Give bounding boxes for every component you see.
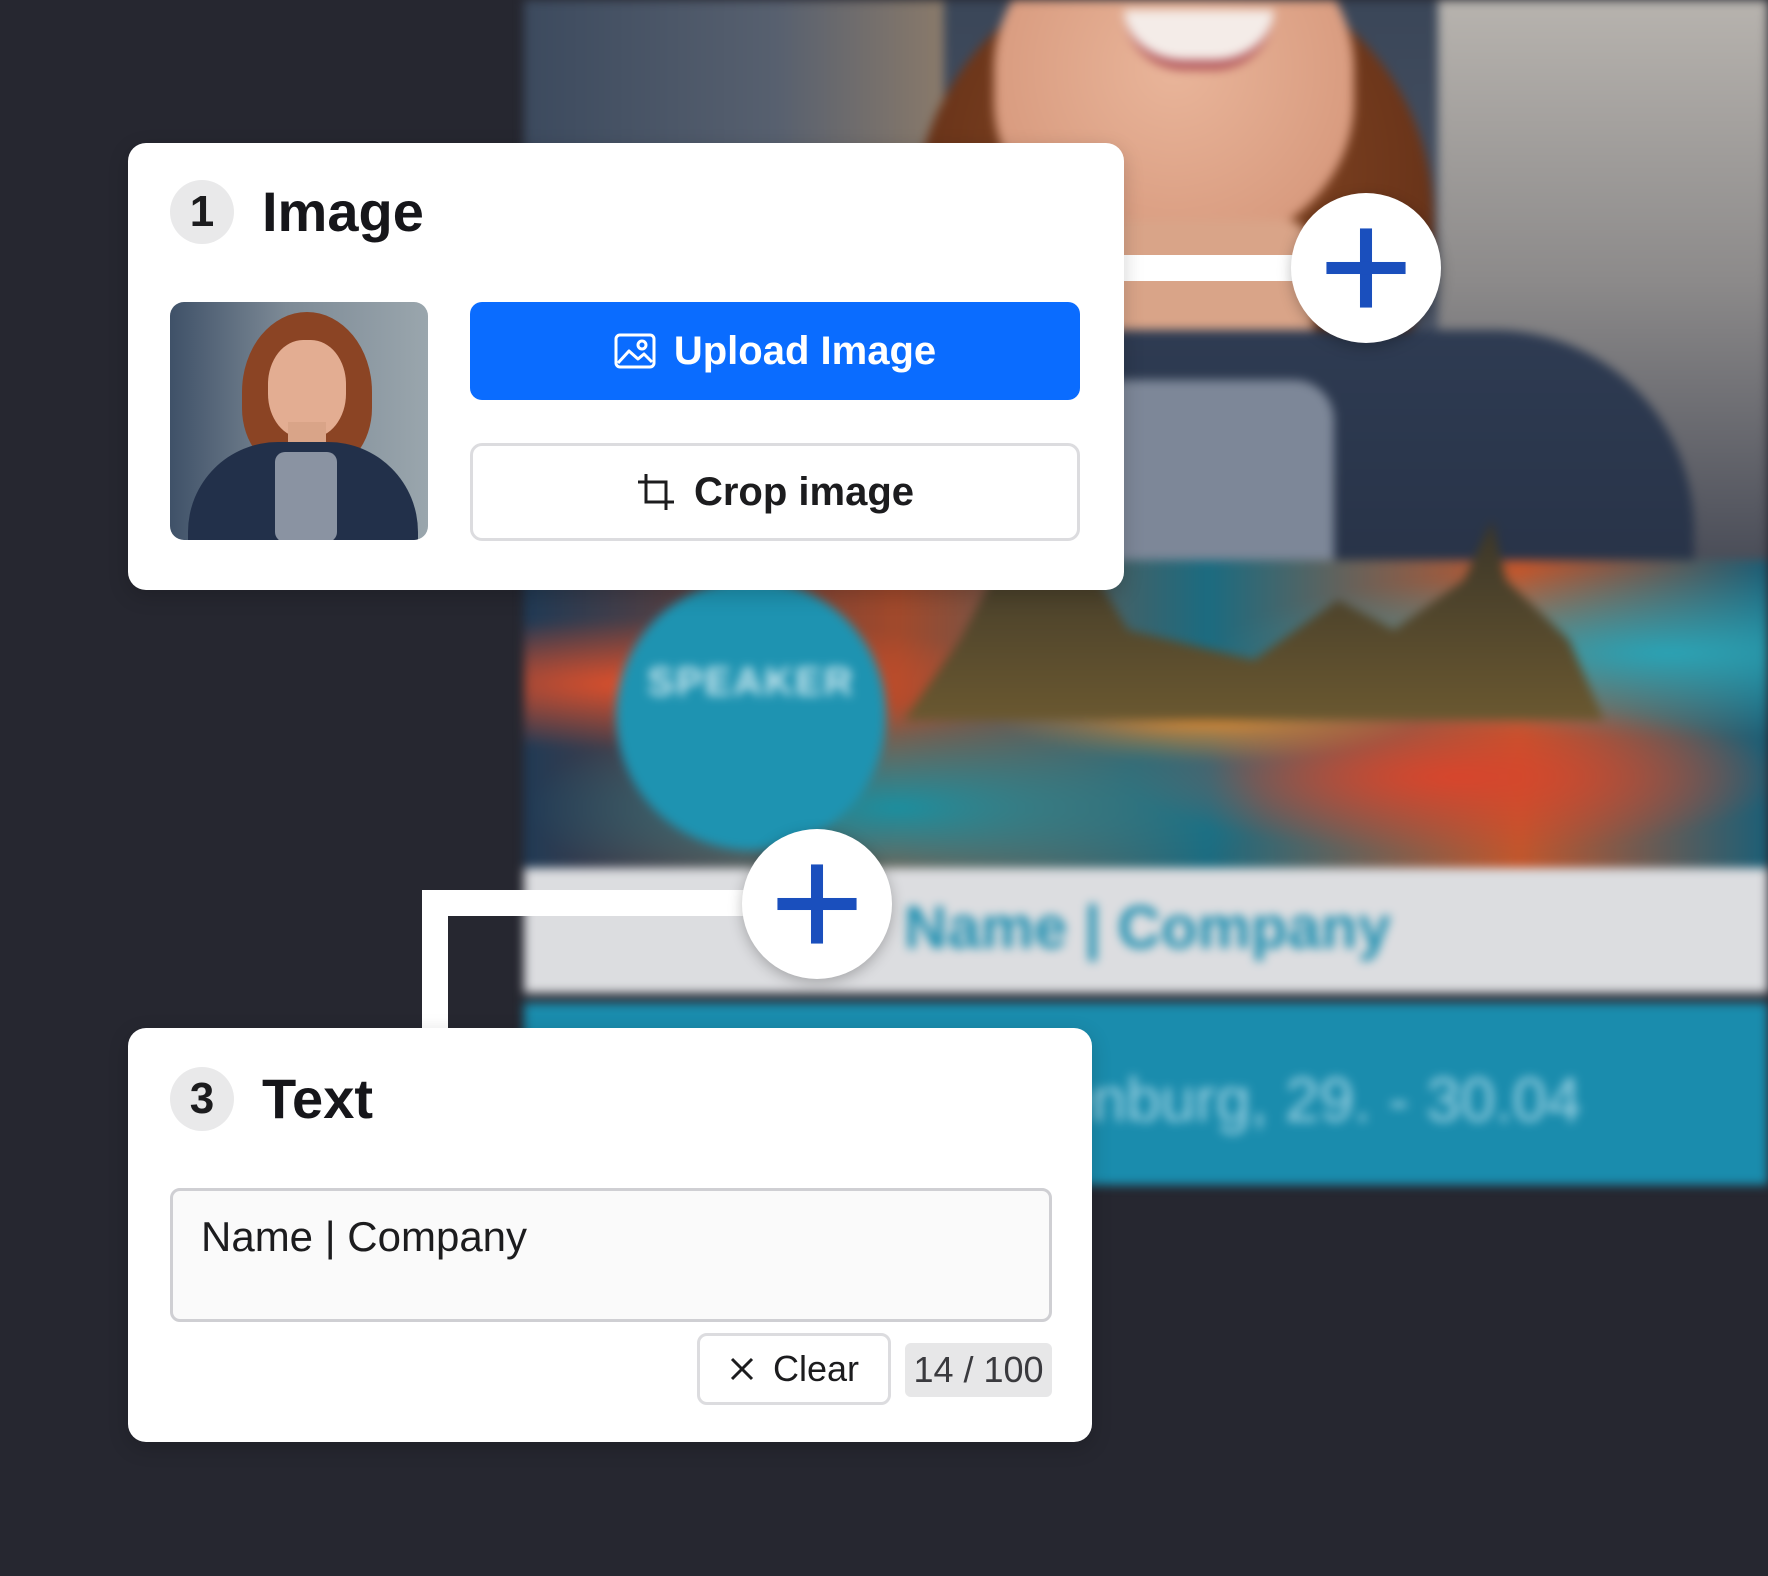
thumbnail-shirt	[275, 452, 337, 540]
step-number-badge: 3	[170, 1066, 234, 1131]
text-input[interactable]: Name | Company	[170, 1188, 1052, 1322]
image-card-header: 1 Image	[170, 179, 424, 244]
clear-label: Clear	[772, 1348, 860, 1389]
poster-name-text: Name | Company	[904, 894, 1391, 961]
text-card-title: Text	[262, 1067, 373, 1130]
crop-image-button[interactable]: Crop image	[470, 443, 1080, 541]
image-hotspot-button[interactable]	[1291, 193, 1441, 343]
crop-icon	[637, 474, 674, 510]
text-hotspot-button[interactable]	[742, 829, 892, 979]
image-card-title: Image	[262, 180, 424, 243]
poster-speaker-badge-text: SPEAKER	[647, 660, 855, 704]
text-card-header: 3 Text	[170, 1066, 373, 1131]
character-counter: 14 / 100	[905, 1343, 1052, 1397]
text-card: 3 Text Name | Company Clear 14 / 100	[128, 1028, 1092, 1442]
close-icon	[730, 1357, 754, 1381]
upload-image-button[interactable]: Upload Image	[470, 302, 1080, 400]
image-connector-line	[1120, 255, 1300, 281]
text-connector-vertical	[422, 890, 448, 1030]
crop-image-label: Crop image	[693, 469, 915, 514]
image-icon	[614, 333, 656, 369]
clear-button[interactable]: Clear	[697, 1333, 891, 1405]
plus-icon	[777, 864, 857, 944]
poster-speaker-badge	[616, 580, 886, 850]
text-connector-horizontal	[422, 890, 752, 916]
plus-icon	[1326, 228, 1406, 308]
step-number-badge: 1	[170, 179, 234, 244]
image-thumbnail[interactable]	[170, 302, 428, 540]
image-card: 1 Image Upload Image Crop image	[128, 143, 1124, 590]
upload-image-label: Upload Image	[673, 328, 937, 373]
